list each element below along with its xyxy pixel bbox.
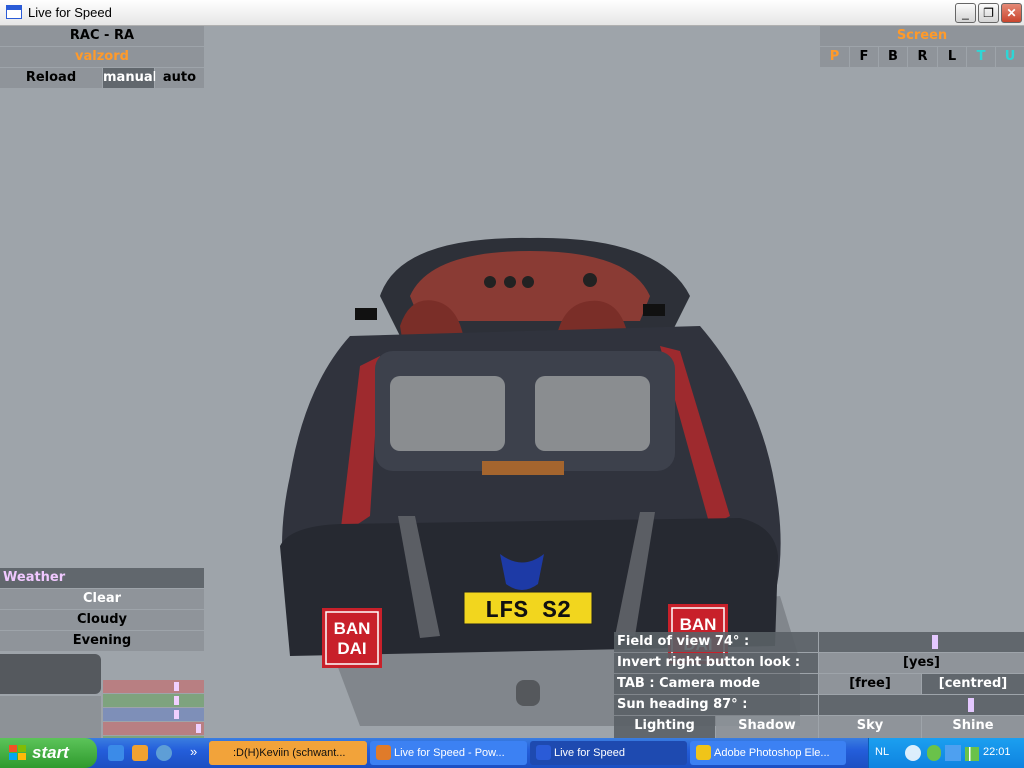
minimize-button[interactable]: _ <box>955 3 976 23</box>
window-title: Live for Speed <box>28 5 112 20</box>
tab-shine[interactable]: Shine <box>922 716 1024 738</box>
quicklaunch-more-chevron[interactable]: » <box>190 744 197 759</box>
color-slider[interactable] <box>103 708 204 721</box>
tab-sky[interactable]: Sky <box>819 716 921 738</box>
color-slider[interactable] <box>103 694 204 707</box>
taskbar-app-icon <box>536 745 551 760</box>
color-slider-handle[interactable] <box>196 724 201 733</box>
taskbar-item-label: Live for Speed - Pow... <box>394 747 505 759</box>
screen-button-p[interactable]: P <box>820 47 849 67</box>
restore-button[interactable]: ❐ <box>978 3 999 23</box>
fov-slider[interactable] <box>819 632 1024 652</box>
weather-option-evening[interactable]: Evening <box>0 631 204 651</box>
weather-option-clear[interactable]: Clear <box>0 589 204 609</box>
fov-label: Field of view 74° : <box>614 632 818 652</box>
app-window-icon <box>6 5 22 19</box>
player-name: valzord <box>0 47 204 67</box>
messenger-tray-icon[interactable] <box>927 745 941 761</box>
invert-look-toggle[interactable]: [yes] <box>819 653 1024 673</box>
light-color-swatch-1 <box>0 654 101 694</box>
taskbar-item[interactable]: Adobe Photoshop Ele... <box>690 741 846 765</box>
screen-button-f[interactable]: F <box>850 47 878 67</box>
taskbar-app-icon <box>215 745 230 760</box>
player-quicklaunch-icon[interactable] <box>156 745 172 761</box>
weather-title: Weather <box>0 568 204 588</box>
taskbar-item-label: :D(H)Keviin (schwant... <box>233 747 346 759</box>
tab-lighting[interactable]: Lighting <box>614 716 715 738</box>
network-tray-icon[interactable] <box>945 745 961 761</box>
ie-quicklaunch-icon[interactable] <box>108 745 124 761</box>
start-button[interactable]: start <box>0 738 97 768</box>
taskbar-item-label: Live for Speed <box>554 747 625 759</box>
sponsor-text-left-1: BAN <box>334 619 371 638</box>
tray-expand-icon[interactable] <box>905 745 921 761</box>
color-slider[interactable] <box>103 722 204 735</box>
screen-button-b[interactable]: B <box>879 47 907 67</box>
sun-heading-slider[interactable] <box>819 695 1024 715</box>
weather-option-cloudy[interactable]: Cloudy <box>0 610 204 630</box>
screen-button-t[interactable]: T <box>967 47 995 67</box>
sun-heading-label: Sun heading 87° : <box>614 695 818 715</box>
light-color-swatch-2 <box>0 696 101 738</box>
system-tray: NL 22:01 <box>868 738 1024 768</box>
auto-button[interactable]: auto <box>155 68 204 88</box>
taskbar: start » :D(H)Keviin (schwant... Live for … <box>0 738 1024 768</box>
screen-button-u[interactable]: U <box>996 47 1024 67</box>
title-bar: Live for Speed _ ❐ ✕ <box>0 0 1024 26</box>
signal-tray-icon[interactable] <box>965 747 979 761</box>
sponsor-decal-left: BAN DAI <box>322 608 382 668</box>
taskbar-item-label: Adobe Photoshop Ele... <box>714 747 830 759</box>
color-slider-handle[interactable] <box>174 710 179 719</box>
color-slider-handle[interactable] <box>174 696 179 705</box>
plate-text: LFS S2 <box>485 598 571 625</box>
game-viewport[interactable]: BAN DAI BAN DAI LFS S2 RAC - RA valzord … <box>0 26 1024 738</box>
windows-flag-icon <box>9 745 26 760</box>
camera-mode-centred[interactable]: [centred] <box>922 674 1024 694</box>
close-button[interactable]: ✕ <box>1001 3 1022 23</box>
screen-panel-title: Screen <box>820 26 1024 46</box>
license-plate: LFS S2 <box>463 591 593 625</box>
taskbar-item[interactable]: Live for Speed - Pow... <box>370 741 527 765</box>
media-quicklaunch-icon[interactable] <box>132 745 148 761</box>
screen-button-l[interactable]: L <box>938 47 966 67</box>
sponsor-text-left-2: DAI <box>337 639 366 658</box>
camera-mode-free[interactable]: [free] <box>819 674 921 694</box>
manual-button[interactable]: manual <box>103 68 157 88</box>
language-indicator[interactable]: NL <box>875 746 889 758</box>
tab-shadow[interactable]: Shadow <box>716 716 818 738</box>
clock[interactable]: 22:01 <box>983 746 1011 758</box>
color-slider[interactable] <box>103 680 204 693</box>
fov-slider-handle[interactable] <box>932 635 938 649</box>
taskbar-item[interactable]: :D(H)Keviin (schwant... <box>209 741 367 765</box>
taskbar-app-icon <box>376 745 391 760</box>
track-label: RAC - RA <box>0 26 204 46</box>
sun-heading-slider-handle[interactable] <box>968 698 974 712</box>
reload-button[interactable]: Reload <box>0 68 102 88</box>
camera-mode-label: TAB : Camera mode <box>614 674 818 694</box>
taskbar-item[interactable]: Live for Speed <box>530 741 687 765</box>
taskbar-app-icon <box>696 745 711 760</box>
invert-look-label: Invert right button look : <box>614 653 818 673</box>
screen-button-r[interactable]: R <box>908 47 937 67</box>
start-label: start <box>32 743 69 762</box>
color-slider-handle[interactable] <box>174 682 179 691</box>
